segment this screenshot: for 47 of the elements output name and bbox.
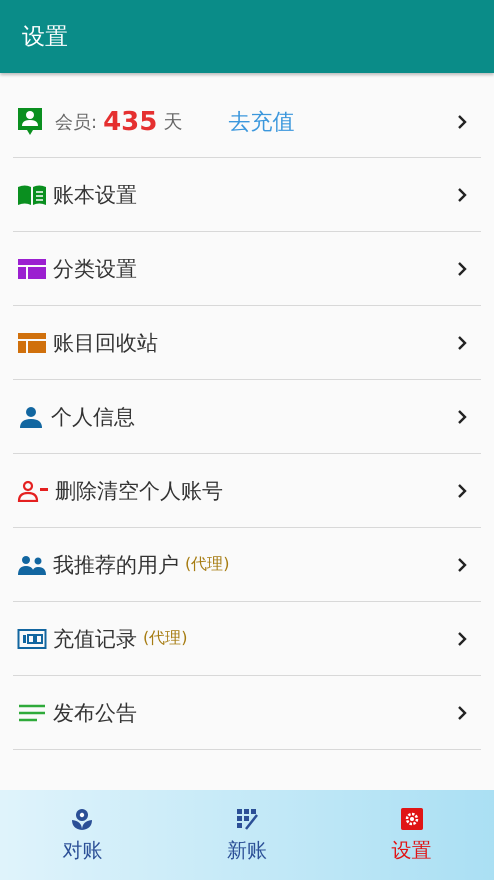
item-label: 账目回收站 bbox=[53, 330, 158, 356]
days-count: 435 bbox=[103, 107, 158, 137]
tab[interactable]: 对账 bbox=[0, 790, 165, 880]
settings-item[interactable]: 充值记录 (代理) bbox=[13, 602, 481, 676]
chevron-icon bbox=[457, 114, 467, 130]
tab[interactable]: 新账 bbox=[164, 790, 330, 880]
settings-item[interactable]: 个人信息 bbox=[13, 380, 481, 454]
chevron-icon bbox=[457, 556, 467, 572]
counter-icon bbox=[17, 628, 47, 650]
page-title: 设置 bbox=[22, 23, 68, 52]
item-label: 充值记录 bbox=[53, 626, 137, 652]
settings-item[interactable]: 账本设置 bbox=[13, 158, 481, 232]
days-unit: 天 bbox=[163, 110, 182, 135]
flower-icon bbox=[70, 806, 94, 830]
tab[interactable]: 设置 bbox=[329, 790, 494, 880]
people-icon bbox=[17, 554, 47, 576]
item-label: 删除清空个人账号 bbox=[55, 478, 223, 504]
person-icon bbox=[17, 406, 45, 428]
chevron-icon bbox=[457, 704, 467, 720]
layout-icon bbox=[17, 332, 47, 354]
layout-icon bbox=[17, 258, 47, 280]
chevron-icon bbox=[457, 482, 467, 498]
settings-item[interactable]: 删除清空个人账号 bbox=[13, 454, 481, 528]
book-icon bbox=[17, 184, 47, 206]
settings-item[interactable]: 分类设置 bbox=[13, 232, 481, 306]
chevron-icon bbox=[457, 408, 467, 424]
item-label: 我推荐的用户 bbox=[53, 552, 179, 578]
agent-tag: (代理) bbox=[185, 554, 230, 575]
chevron-icon bbox=[457, 186, 467, 202]
agent-tag: (代理) bbox=[143, 628, 188, 649]
membership-row[interactable]: 会员: 435 天 去充值 bbox=[13, 87, 481, 158]
settings-item[interactable]: 发布公告 bbox=[13, 676, 481, 750]
lines-icon bbox=[17, 702, 47, 724]
person-remove-icon bbox=[17, 480, 49, 502]
settings-item[interactable]: 账目回收站 bbox=[13, 306, 481, 380]
item-label: 账本设置 bbox=[53, 182, 137, 208]
settings-item[interactable]: 我推荐的用户 (代理) bbox=[13, 528, 481, 602]
item-label: 发布公告 bbox=[53, 700, 137, 726]
member-badge-icon bbox=[17, 107, 43, 137]
chevron-icon bbox=[457, 260, 467, 276]
chevron-icon bbox=[457, 630, 467, 646]
settings-icon bbox=[400, 806, 424, 830]
item-label: 分类设置 bbox=[53, 256, 137, 282]
chevron-icon bbox=[457, 334, 467, 350]
member-label: 会员: bbox=[55, 111, 98, 134]
item-label: 个人信息 bbox=[51, 404, 135, 430]
keypad-icon bbox=[235, 806, 259, 830]
